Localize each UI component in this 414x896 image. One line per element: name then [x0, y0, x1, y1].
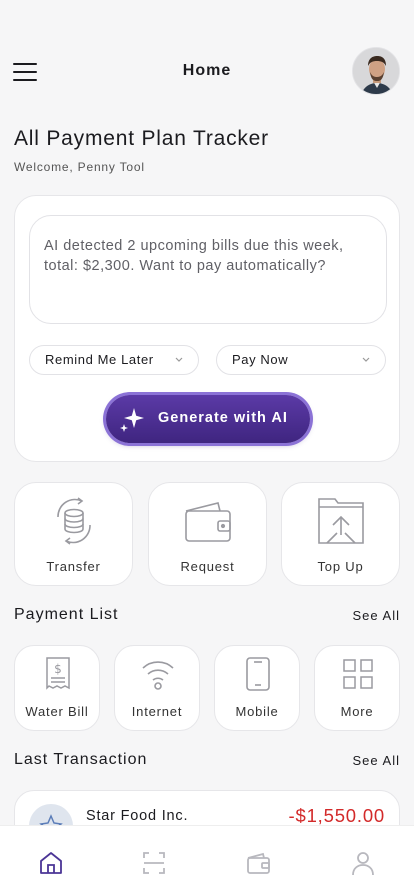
request-button[interactable]: Request: [148, 482, 267, 586]
mobile-button[interactable]: Mobile: [214, 645, 300, 731]
payment-list-see-all-link[interactable]: See All: [353, 608, 400, 623]
mobile-label: Mobile: [235, 704, 279, 719]
scan-icon[interactable]: [141, 850, 167, 876]
svg-text:$: $: [54, 662, 62, 676]
wallet-icon[interactable]: [245, 850, 271, 876]
payment-list-title: Payment List: [14, 606, 119, 623]
wallet-icon: [185, 502, 231, 542]
avatar[interactable]: [352, 47, 400, 95]
transfer-label: Transfer: [46, 559, 101, 574]
top-up-label: Top Up: [317, 559, 364, 574]
top-up-button[interactable]: Top Up: [281, 482, 400, 586]
top-up-icon: [318, 498, 364, 544]
home-icon[interactable]: [38, 850, 64, 876]
bill-icon: $: [46, 657, 70, 690]
ai-suggestion-card: AI detected 2 upcoming bills due this we…: [14, 195, 400, 462]
avatar-image: [353, 48, 399, 94]
merchant-name: Star Food Inc.: [86, 808, 189, 824]
ai-message: AI detected 2 upcoming bills due this we…: [29, 215, 387, 324]
chevron-down-icon: [362, 357, 370, 362]
profile-icon[interactable]: [350, 850, 376, 876]
request-label: Request: [180, 559, 235, 574]
top-header: Home: [0, 44, 414, 100]
wifi-icon: [142, 661, 174, 690]
pay-now-select[interactable]: Pay Now: [216, 345, 386, 375]
transaction-amount: -$1,550.00: [288, 805, 385, 826]
generate-with-ai-button[interactable]: Generate with AI: [106, 395, 310, 443]
water-bill-label: Water Bill: [25, 704, 89, 719]
water-bill-button[interactable]: $ Water Bill: [14, 645, 100, 731]
internet-button[interactable]: Internet: [114, 645, 200, 731]
generate-label: Generate with AI: [158, 410, 288, 426]
sparkle-icon: [120, 408, 144, 432]
last-transaction-see-all-link[interactable]: See All: [353, 753, 400, 768]
more-button[interactable]: More: [314, 645, 400, 731]
internet-label: Internet: [131, 704, 183, 719]
welcome-text: Welcome, Penny Tool: [14, 160, 145, 174]
chevron-down-icon: [175, 357, 183, 362]
page-title: All Payment Plan Tracker: [14, 127, 269, 150]
more-label: More: [340, 704, 374, 719]
pay-now-label: Pay Now: [232, 352, 289, 367]
remind-later-select[interactable]: Remind Me Later: [29, 345, 199, 375]
transfer-icon: [57, 497, 91, 545]
bottom-tab-bar: [0, 825, 414, 896]
last-transaction-title: Last Transaction: [14, 751, 148, 768]
transfer-button[interactable]: Transfer: [14, 482, 133, 586]
grid-icon: [343, 659, 373, 689]
mobile-icon: [246, 657, 270, 691]
remind-later-label: Remind Me Later: [45, 352, 154, 367]
